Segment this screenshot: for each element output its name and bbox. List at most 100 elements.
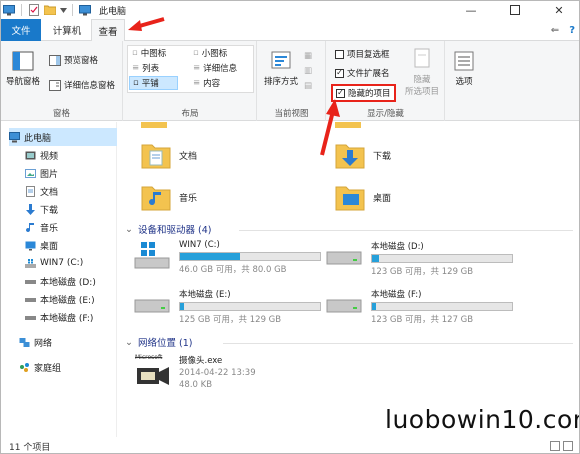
documents-icon <box>26 185 35 197</box>
nav-item-documents[interactable]: 文档 <box>25 182 58 200</box>
close-button[interactable]: ✕ <box>537 1 579 19</box>
quick-access-toolbar <box>1 1 93 19</box>
minimize-button[interactable]: — <box>449 1 493 19</box>
pin-icon[interactable]: ⇐ <box>551 25 559 36</box>
music-note-icon <box>26 222 34 232</box>
drive-d[interactable]: 本地磁盘 (D:) 123 GB 可用，共 129 GB <box>325 240 513 277</box>
customize-toolbar-chevron-icon[interactable] <box>58 2 68 18</box>
hide-label: 隐藏 <box>413 75 431 85</box>
explorer-window: 此电脑 — ✕ 文件 计算机 查看 ⇐ ? 导航窗格 预览窗格 详细信息窗格 窗… <box>0 0 580 454</box>
folder-partial-icon <box>141 122 167 128</box>
folder-downloads[interactable]: 下载 <box>335 140 391 170</box>
options-group: 选项 <box>446 41 486 121</box>
layout-content[interactable]: ≡ 内容 <box>193 77 220 89</box>
nav-item-drive-e[interactable]: 本地磁盘 (E:) <box>25 290 95 308</box>
drive-usage-fill <box>372 303 377 310</box>
tiles-view-icon[interactable] <box>563 441 573 451</box>
drive-name: 本地磁盘 (E:) <box>179 290 231 300</box>
drive-icon <box>134 299 170 313</box>
show-hide-group: 项目复选框 ✓ 文件扩展名 ✓ 隐藏的项目 隐藏 所选项目 显示/隐藏 <box>327 41 445 121</box>
music-folder-icon <box>141 186 171 211</box>
nav-item-label: 视频 <box>40 151 59 162</box>
details-pane-label: 详细信息窗格 <box>64 81 116 91</box>
drive-f[interactable]: 本地磁盘 (F:) 123 GB 可用，共 127 GB <box>325 288 513 325</box>
tab-file[interactable]: 文件 <box>1 19 41 41</box>
nav-item-videos[interactable]: 视频 <box>25 146 58 164</box>
hidden-items-label: 隐藏的项目 <box>348 89 391 99</box>
new-folder-icon[interactable] <box>42 2 58 18</box>
hidden-items-checkbox[interactable]: ✓ <box>336 88 345 98</box>
drive-c[interactable]: WIN7 (C:) 46.0 GB 可用，共 80.0 GB <box>133 240 321 275</box>
folder-documents[interactable]: 文档 <box>141 140 197 170</box>
folder-desktop[interactable]: 桌面 <box>335 182 391 212</box>
layout-small-icons[interactable]: ▫ 小图标 <box>193 47 227 59</box>
network-header[interactable]: ⌄ 网络位置 (1) <box>125 335 192 350</box>
properties-icon[interactable] <box>26 2 42 18</box>
nav-item-drive-f[interactable]: 本地磁盘 (F:) <box>25 308 93 326</box>
details-label: 详细信息 <box>203 64 238 74</box>
options-button[interactable]: 选项 <box>452 49 476 87</box>
tab-view[interactable]: 查看 <box>91 19 125 42</box>
nav-item-label: WIN7 (C:) <box>40 258 84 268</box>
folder-music[interactable]: 音乐 <box>141 182 197 212</box>
nav-item-drive-c[interactable]: WIN7 (C:) <box>25 254 83 272</box>
options-icon <box>454 51 474 71</box>
nav-item-label: 此电脑 <box>24 133 52 144</box>
drive-icon <box>326 299 362 313</box>
collapse-chevron-icon[interactable]: ⌄ <box>125 337 133 348</box>
nav-item-label: 桌面 <box>40 241 59 252</box>
drive-icon <box>25 297 36 302</box>
details-view-icon[interactable] <box>550 441 560 451</box>
hidden-items-option[interactable]: ✓ 隐藏的项目 <box>331 84 396 102</box>
nav-item-desktop[interactable]: 桌面 <box>25 236 58 254</box>
layout-list[interactable]: ≡ 列表 <box>132 62 159 74</box>
file-extensions-checkbox[interactable]: ✓ <box>335 68 344 78</box>
nav-item-label: 下载 <box>40 205 59 216</box>
file-extensions-option[interactable]: ✓ 文件扩展名 <box>335 67 390 79</box>
nav-item-label: 文档 <box>40 187 59 198</box>
status-bar: 11 个项目 <box>1 437 579 453</box>
drive-name: WIN7 (C:) <box>179 240 220 250</box>
item-count: 11 个项目 <box>9 442 51 453</box>
sort-by-button[interactable]: 排序方式 <box>264 49 298 87</box>
view-option-icons[interactable]: ▦ ▥ ▤ <box>304 51 312 91</box>
help-icon[interactable]: ? <box>569 25 575 36</box>
nav-item-label: 家庭组 <box>34 363 62 374</box>
nav-item-music[interactable]: 音乐 <box>25 218 58 236</box>
item-checkboxes-option[interactable]: 项目复选框 <box>335 48 390 60</box>
hide-selected-button[interactable]: 隐藏 所选项目 <box>405 47 439 97</box>
nav-item-this-pc[interactable]: 此电脑 <box>9 128 117 146</box>
drive-size: 123 GB 可用，共 129 GB <box>371 267 474 277</box>
preview-pane-label: 预览窗格 <box>64 56 99 66</box>
nav-item-network[interactable]: 网络 <box>19 333 52 351</box>
tab-computer[interactable]: 计算机 <box>47 19 87 41</box>
drives-header[interactable]: ⌄ 设备和驱动器 (4) <box>125 222 211 237</box>
show-hide-label: 显示/隐藏 <box>367 109 404 119</box>
network-item-camera[interactable]: Microsoft 摄像头.exe 2014-04-22 13:39 48.0 … <box>135 354 256 390</box>
layout-tiles[interactable]: ▫ 平铺 <box>129 76 178 90</box>
nav-item-label: 网络 <box>34 338 53 349</box>
nav-pane-icon <box>12 51 34 71</box>
file-date: 2014-04-22 13:39 <box>179 368 256 378</box>
details-pane-button[interactable]: 详细信息窗格 <box>49 79 115 91</box>
drive-name: 本地磁盘 (D:) <box>371 242 424 252</box>
layout-medium-icons[interactable]: ▫ 中图标 <box>132 47 166 59</box>
homegroup-icon <box>20 362 29 372</box>
nav-item-homegroup[interactable]: 家庭组 <box>19 358 61 376</box>
nav-item-pictures[interactable]: 图片 <box>25 164 58 182</box>
item-checkboxes-label: 项目复选框 <box>347 50 390 60</box>
drive-usage-bar <box>179 252 321 261</box>
nav-pane-button[interactable]: 导航窗格 <box>6 49 40 87</box>
folder-partial-icon <box>335 122 361 128</box>
drive-e[interactable]: 本地磁盘 (E:) 125 GB 可用，共 129 GB <box>133 288 321 325</box>
maximize-button[interactable] <box>493 1 537 19</box>
layout-details[interactable]: ≡ 详细信息 <box>193 62 237 74</box>
preview-pane-button[interactable]: 预览窗格 <box>49 54 98 66</box>
nav-item-downloads[interactable]: 下载 <box>25 200 58 218</box>
nav-item-drive-d[interactable]: 本地磁盘 (D:) <box>25 272 96 290</box>
content-area: 文档 下载 音乐 桌面 ⌄ 设备和驱动器 (4) WIN7 (C:) 46.0 … <box>119 122 579 437</box>
collapse-chevron-icon[interactable]: ⌄ <box>125 224 133 235</box>
watermark: luobowin10.com <box>385 405 580 434</box>
drive-usage-fill <box>180 253 240 260</box>
item-checkboxes-checkbox[interactable] <box>335 49 344 59</box>
